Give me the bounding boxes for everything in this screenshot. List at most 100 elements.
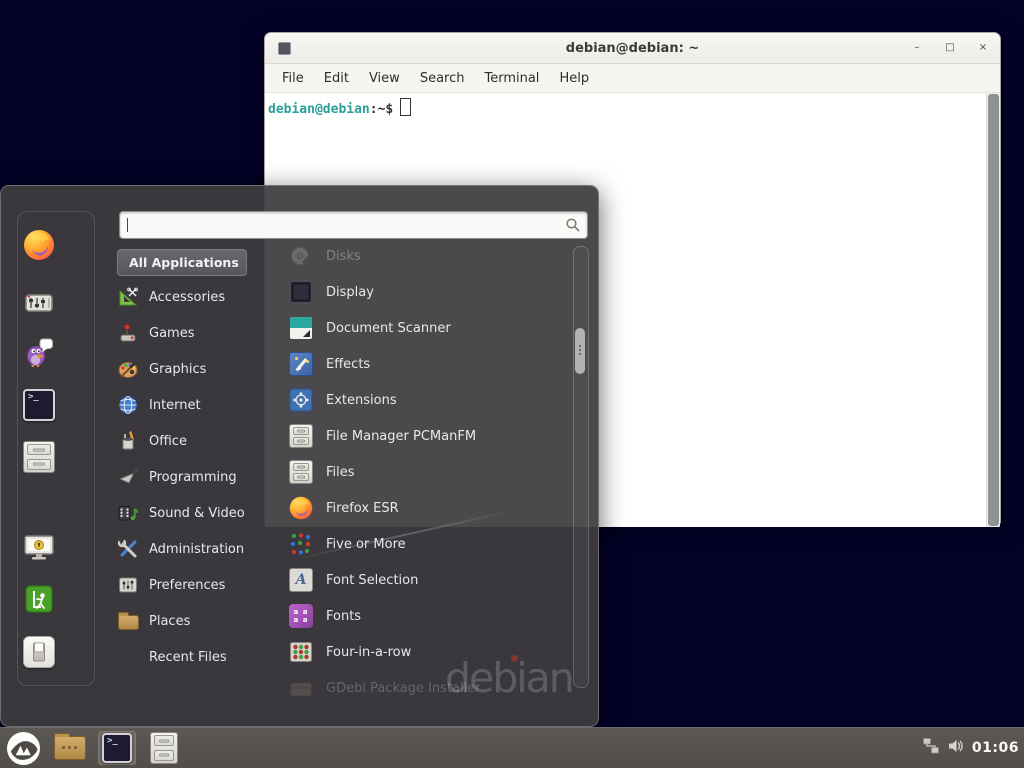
office-icon <box>117 430 139 452</box>
app-row-firefox-esr[interactable]: Firefox ESR <box>289 490 571 526</box>
search-input[interactable] <box>127 214 551 236</box>
terminal-icon <box>23 389 55 421</box>
firefox-icon <box>289 496 313 520</box>
menu-logo-icon <box>6 731 41 766</box>
logout-icon <box>23 583 55 615</box>
category-places[interactable]: Places <box>117 603 287 639</box>
category-games[interactable]: Games <box>117 315 287 351</box>
gdebi-icon <box>289 676 313 700</box>
category-programming[interactable]: Programming <box>117 459 287 495</box>
minimize-button[interactable]: – <box>910 41 924 55</box>
terminal-scrollbar-thumb[interactable] <box>988 94 999 526</box>
category-internet[interactable]: Internet <box>117 387 287 423</box>
favorite-log-out[interactable] <box>18 578 60 620</box>
places-icon <box>117 610 139 632</box>
file-manager-launcher[interactable] <box>51 731 89 765</box>
category-accessories[interactable]: Accessories <box>117 279 287 315</box>
app-row-effects[interactable]: Effects <box>289 346 571 382</box>
app-row-file-manager-pcmanfm[interactable]: File Manager PCManFM <box>289 418 571 454</box>
terminal-cursor <box>400 98 411 116</box>
all-applications-button[interactable]: All Applications <box>117 249 247 276</box>
firefox-icon <box>23 229 55 261</box>
menu-search[interactable]: Search <box>410 71 475 86</box>
fonts-icon: a aa a <box>289 604 313 628</box>
terminal-menubar: File Edit View Search Terminal Help <box>265 64 1000 93</box>
category-preferences[interactable]: Preferences <box>117 567 287 603</box>
menu-scrollbar[interactable] <box>573 246 589 688</box>
category-administration[interactable]: Administration <box>117 531 287 567</box>
terminal-titlebar[interactable]: debian@debian: ~ – □ × <box>265 33 1000 64</box>
shutdown-icon <box>23 636 55 668</box>
favorite-shut-down[interactable] <box>18 631 60 673</box>
programming-icon <box>117 466 139 488</box>
clock[interactable]: 01:06 <box>972 740 1019 756</box>
network-icon[interactable] <box>922 737 940 759</box>
graphics-icon <box>117 358 139 380</box>
four-in-a-row-icon <box>289 640 313 664</box>
volume-icon[interactable] <box>947 737 965 759</box>
spacer <box>117 646 139 668</box>
application-list: Disks Display Document Scanner Effects <box>289 238 571 706</box>
games-icon <box>117 322 139 344</box>
administration-icon <box>117 538 139 560</box>
category-graphics[interactable]: Graphics <box>117 351 287 387</box>
menu-terminal[interactable]: Terminal <box>474 71 549 86</box>
mixer-icon <box>23 287 55 319</box>
all-applications-label: All Applications <box>129 255 239 270</box>
category-recent-files[interactable]: Recent Files <box>117 639 287 675</box>
menu-help[interactable]: Help <box>549 71 599 86</box>
display-icon <box>289 280 313 304</box>
menu-edit[interactable]: Edit <box>314 71 359 86</box>
menu-view[interactable]: View <box>359 71 410 86</box>
file-cabinet-icon <box>150 732 178 764</box>
app-row-files[interactable]: Files <box>289 454 571 490</box>
close-button[interactable]: × <box>976 41 990 55</box>
app-row-four-in-a-row[interactable]: Four-in-a-row <box>289 634 571 670</box>
app-row-font-selection[interactable]: A Font Selection <box>289 562 571 598</box>
folder-icon <box>54 736 86 760</box>
app-row-disks[interactable]: Disks <box>289 238 571 274</box>
magnifier-icon <box>565 217 581 237</box>
terminal-launcher[interactable] <box>98 731 136 765</box>
screen: debian@debian: ~ – □ × File Edit View Se… <box>0 0 1024 768</box>
effects-icon <box>289 352 313 376</box>
terminal-scrollbar[interactable] <box>986 93 1000 527</box>
app-row-document-scanner[interactable]: Document Scanner <box>289 310 571 346</box>
application-menu: debian <box>0 185 599 727</box>
menu-file[interactable]: File <box>272 71 314 86</box>
maximize-button[interactable]: □ <box>943 41 957 55</box>
internet-icon <box>117 394 139 416</box>
search-box <box>119 211 588 239</box>
favorite-terminal[interactable] <box>18 384 60 426</box>
preferences-icon <box>117 574 139 596</box>
favorite-lock-screen[interactable] <box>18 527 60 569</box>
file-cabinet-icon <box>289 460 313 484</box>
sound-video-icon <box>117 502 139 524</box>
taskbar: 01:06 <box>0 727 1024 768</box>
menu-button[interactable] <box>4 731 42 765</box>
app-row-five-or-more[interactable]: Five or More <box>289 526 571 562</box>
document-scanner-icon <box>289 316 313 340</box>
favorite-firefox[interactable] <box>18 224 60 266</box>
app-row-fonts[interactable]: a aa a Fonts <box>289 598 571 634</box>
app-row-gdebi[interactable]: GDebi Package Installer <box>289 670 571 706</box>
search-caret <box>127 218 128 232</box>
favorite-audio-mixer[interactable] <box>18 282 60 324</box>
app-row-display[interactable]: Display <box>289 274 571 310</box>
category-office[interactable]: Office <box>117 423 287 459</box>
extensions-icon <box>289 388 313 412</box>
app-row-extensions[interactable]: Extensions <box>289 382 571 418</box>
font-selection-icon: A <box>289 568 313 592</box>
files-launcher[interactable] <box>145 731 183 765</box>
terminal-icon <box>102 733 132 763</box>
menu-scrollbar-thumb[interactable] <box>575 328 585 374</box>
favorite-files[interactable] <box>18 436 60 478</box>
terminal-title: debian@debian: ~ <box>265 41 1000 56</box>
disks-icon <box>289 244 313 268</box>
category-sound-video[interactable]: Sound & Video <box>117 495 287 531</box>
prompt-user-host: debian@debian <box>268 102 370 117</box>
five-or-more-icon <box>289 532 313 556</box>
category-list: Accessories Games Graphics <box>117 279 287 675</box>
pidgin-icon <box>23 336 55 368</box>
favorite-pidgin[interactable] <box>18 331 60 373</box>
